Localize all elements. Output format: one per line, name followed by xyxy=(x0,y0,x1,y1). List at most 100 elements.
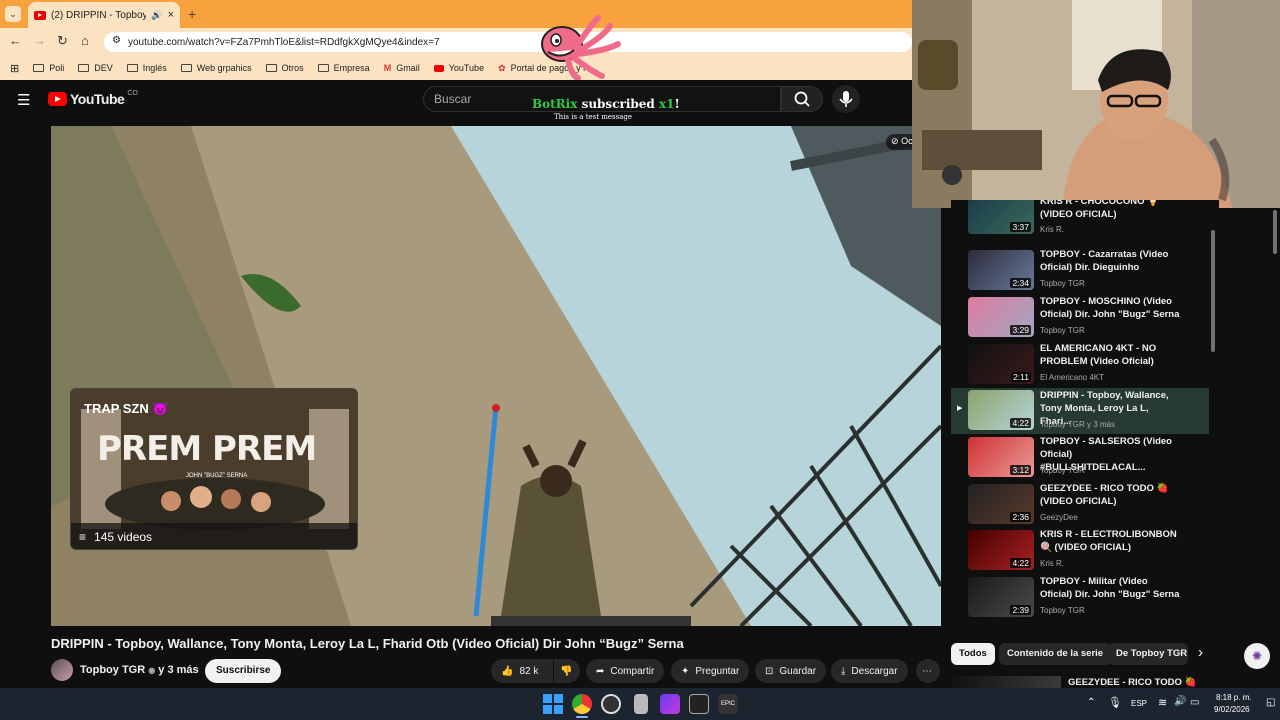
bookmark-empresa[interactable]: Empresa xyxy=(317,63,370,73)
playlist-icon: ≡ xyxy=(79,530,87,544)
video-thumbnail: 2:34 xyxy=(968,250,1034,290)
playlist-item[interactable]: 3:12 TOPBOY - SALSEROS (Video Oficial) #… xyxy=(951,435,1209,481)
folder-icon xyxy=(317,64,329,72)
channel-name-main[interactable]: Topboy TGR ◉ y 3 más xyxy=(80,664,199,676)
country-code: CO xyxy=(127,89,138,97)
page-scrollbar[interactable] xyxy=(1273,210,1277,254)
playlist-card[interactable]: TRAP SZN 😈 PREM PREM JOHN "BUGZ" SERNA ≡… xyxy=(70,388,358,550)
save-button[interactable]: ⊡ Guardar xyxy=(755,659,827,683)
next-up-thumbnail[interactable] xyxy=(951,676,1061,688)
bookmark-youtube[interactable]: YouTube xyxy=(433,63,484,73)
more-actions-button[interactable]: ⋯ xyxy=(916,659,940,683)
site-info-icon[interactable]: ⚙ xyxy=(112,35,121,46)
playlist-item[interactable]: 2:11 EL AMERICANO 4KT - NO PROBLEM (Vide… xyxy=(951,342,1209,388)
chip-series-content[interactable]: Contenido de la serie xyxy=(999,643,1112,665)
bookmark-poli[interactable]: Poli xyxy=(33,63,64,73)
channel-name: Topboy TGR xyxy=(1040,326,1085,335)
speaker-icon[interactable]: 🔊 xyxy=(151,10,162,21)
start-menu-icon[interactable] xyxy=(543,694,563,714)
playlist-item[interactable]: 4:22 KRIS R - ELECTROLIBONBON 🍭 (VIDEO O… xyxy=(951,528,1209,574)
video-thumbnail: 2:36 xyxy=(968,484,1034,524)
video-thumbnail: 3:29 xyxy=(968,297,1034,337)
chevron-right-icon[interactable]: › xyxy=(1198,644,1203,661)
forward-arrow-icon[interactable]: → xyxy=(33,33,46,48)
browser-tab[interactable]: (2) DRIPPIN - Topboy, Wallan 🔊 × xyxy=(28,2,180,28)
tray-mic-icon[interactable]: 🎙 xyxy=(1108,696,1122,709)
dislike-button[interactable]: 👎 xyxy=(554,659,580,683)
channel-name: GeezyDee xyxy=(1040,513,1078,522)
download-button[interactable]: ⤓ Descargar xyxy=(831,659,908,683)
playlist-item[interactable]: 3:37 KRIS R - CHOCOCONO 🍦 (VIDEO OFICIAL… xyxy=(951,200,1209,238)
folder-icon xyxy=(126,64,138,72)
address-bar[interactable]: ⚙ youtube.com/watch?v=FZa7PmhTloE&list=R… xyxy=(104,32,912,52)
video-title: EL AMERICANO 4KT - NO PROBLEM (Video Ofi… xyxy=(1040,343,1157,367)
bookmark-otros[interactable]: Otros xyxy=(265,63,304,73)
ai-assistant-button[interactable]: ✺ xyxy=(1244,643,1270,669)
bookmark-gmail[interactable]: M Gmail xyxy=(384,63,420,73)
video-title: TOPBOY - Militar (Video Oficial) Dir. Jo… xyxy=(1040,576,1180,600)
video-thumbnail: 2:11 xyxy=(968,344,1034,384)
clock-time[interactable]: 8:18 p. m. xyxy=(1216,693,1252,702)
youtube-wordmark: YouTube xyxy=(70,91,125,107)
channel-name: Topboy TGR xyxy=(1040,279,1085,288)
voice-search-button[interactable] xyxy=(832,85,860,113)
epic-games-icon[interactable]: EPIC xyxy=(718,694,738,714)
menu-hamburger-icon[interactable]: ☰ xyxy=(17,91,30,109)
playlist-panel: 3:37 KRIS R - CHOCOCONO 🍦 (VIDEO OFICIAL… xyxy=(951,200,1219,628)
folder-icon xyxy=(78,64,90,72)
video-thumbnail: 2:39 xyxy=(968,577,1034,617)
playlist-scrollbar[interactable] xyxy=(1211,230,1215,352)
clapper-app-icon[interactable] xyxy=(660,694,680,714)
video-title: GEEZYDEE - RICO TODO 🍓 (VIDEO OFICIAL) xyxy=(1040,483,1169,507)
apps-grid-icon[interactable]: ⊞ xyxy=(10,62,19,75)
bookmark-web-graphics[interactable]: Web grpahics xyxy=(180,63,252,73)
back-arrow-icon[interactable]: ← xyxy=(9,33,22,48)
playlist-item[interactable]: 2:34 TOPBOY - Cazarratas (Video Oficial)… xyxy=(951,248,1209,294)
notification-icon[interactable]: ◱ xyxy=(1266,697,1275,708)
botrix-count: x1 xyxy=(658,97,675,111)
volume-icon[interactable]: 🔊 xyxy=(1174,696,1186,707)
home-icon[interactable]: ⌂ xyxy=(81,33,89,48)
subscribe-button[interactable]: Suscribirse xyxy=(205,659,282,683)
bookmark-icon: ⊡ xyxy=(765,665,774,677)
next-up-title[interactable]: GEEZYDEE - RICO TODO 🍓 xyxy=(1068,677,1196,688)
tab-search-button[interactable]: ⌄ xyxy=(5,6,21,22)
tray-chevron-icon[interactable]: ⌃ xyxy=(1087,697,1095,708)
video-thumbnail: 3:37 xyxy=(968,200,1034,234)
youtube-logo[interactable]: YouTube CO xyxy=(48,89,138,107)
playlist-item[interactable]: 3:29 TOPBOY - MOSCHINO (Video Oficial) D… xyxy=(951,295,1209,341)
now-playing-icon: ▶ xyxy=(957,405,963,412)
playlist-card-title: TRAP SZN 😈 xyxy=(84,401,169,416)
reload-icon[interactable]: ↻ xyxy=(57,33,68,49)
search-button[interactable] xyxy=(781,86,823,112)
new-tab-button[interactable]: + xyxy=(188,6,196,22)
video-player[interactable]: ⊘ Oc xyxy=(51,126,941,626)
url-text: youtube.com/watch?v=FZa7PmhTloE&list=RDd… xyxy=(128,36,440,48)
ask-button[interactable]: ✦ Preguntar xyxy=(671,659,750,683)
channel-avatar[interactable] xyxy=(51,659,73,681)
chrome-icon[interactable] xyxy=(572,694,592,714)
video-title-main: DRIPPIN - Topboy, Wallance, Tony Monta, … xyxy=(51,636,684,651)
obs-icon[interactable] xyxy=(601,694,621,714)
playlist-credit: JOHN "BUGZ" SERNA xyxy=(186,473,248,479)
channel-name: El Americano 4KT xyxy=(1040,373,1105,382)
chip-from-channel[interactable]: De Topboy TGR xyxy=(1108,643,1188,665)
share-button[interactable]: ➦ Compartir xyxy=(586,659,665,683)
verified-icon: ◉ xyxy=(148,666,156,675)
battery-icon[interactable]: ▭ xyxy=(1190,697,1199,708)
tab-close-icon[interactable]: × xyxy=(168,9,174,21)
capcut-icon[interactable] xyxy=(689,694,709,714)
wifi-icon[interactable]: ≋ xyxy=(1158,696,1167,709)
language-indicator[interactable]: ESP xyxy=(1131,699,1147,708)
bookmark-ingles[interactable]: Inglés xyxy=(126,63,167,73)
like-button[interactable]: 👍 82 k xyxy=(491,659,553,683)
playlist-item[interactable]: 2:36 GEEZYDEE - RICO TODO 🍓 (VIDEO OFICI… xyxy=(951,482,1209,528)
usb-drive-icon[interactable] xyxy=(634,694,648,714)
webcam-feed xyxy=(912,0,1280,208)
botrix-subscribed: subscribed xyxy=(581,97,655,111)
playlist-item[interactable]: 2:39 TOPBOY - Militar (Video Oficial) Di… xyxy=(951,575,1209,621)
bookmark-dev[interactable]: DEV xyxy=(78,63,113,73)
playlist-item-current[interactable]: ▶ 4:22 DRIPPIN - Topboy, Wallance, Tony … xyxy=(951,388,1209,434)
clock-date[interactable]: 9/02/2026 xyxy=(1214,705,1250,714)
chip-all[interactable]: Todos xyxy=(951,643,995,665)
